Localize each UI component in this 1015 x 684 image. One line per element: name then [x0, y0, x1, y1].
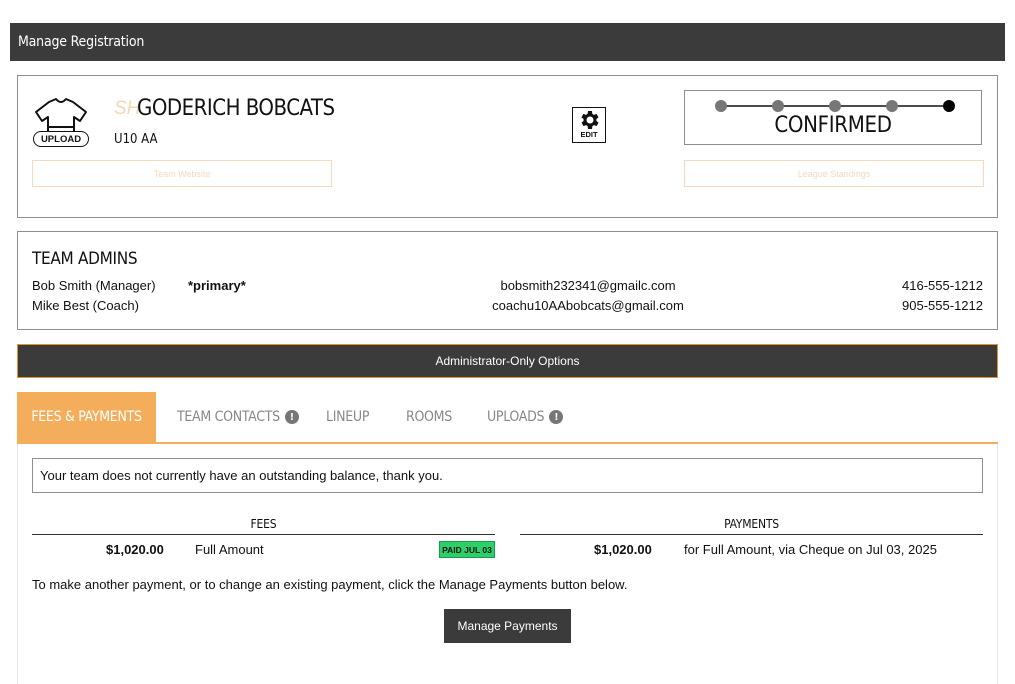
fees-header: FEES: [32, 517, 495, 535]
registration-status: CONFIRMED: [684, 90, 982, 145]
edit-label: EDIT: [580, 130, 598, 139]
tab-label: ROOMS: [406, 409, 452, 425]
admin-name: Bob Smith (Manager): [32, 278, 156, 293]
team-name: GODERICH BOBCATS: [137, 96, 335, 121]
gear-icon: [581, 111, 599, 129]
alert-icon: !: [549, 410, 564, 424]
admin-name: Mike Best (Coach): [32, 298, 139, 313]
tab-label: TEAM CONTACTS: [177, 409, 280, 425]
status-label: CONFIRMED: [774, 113, 892, 138]
payment-instructions: To make another payment, or to change an…: [32, 577, 628, 592]
fee-description: Full Amount: [195, 542, 264, 557]
top-header-bar: Manage Registration: [10, 23, 1005, 61]
primary-tag: *primary*: [188, 278, 246, 293]
upload-logo-button[interactable]: UPLOAD: [33, 131, 89, 147]
page-title: Manage Registration: [18, 34, 145, 50]
tab-fees-payments[interactable]: FEES & PAYMENTS: [17, 392, 156, 442]
paid-status-badge: PAID JUL 03: [439, 541, 495, 558]
admin-email: bobsmith232341@gmailc.com: [500, 278, 676, 293]
team-info-card: UPLOAD SH GODERICH BOBCATS U10 AA EDIT C…: [17, 75, 998, 218]
status-step-2: [772, 100, 784, 112]
registration-tabs: FEES & PAYMENTS TEAM CONTACTS ! LINEUP R…: [17, 392, 998, 444]
tab-rooms[interactable]: ROOMS: [406, 392, 452, 442]
status-step-4: [886, 100, 898, 112]
alert-icon: !: [284, 410, 299, 424]
admin-phone: 416-555-1212: [902, 278, 983, 293]
edit-team-button[interactable]: EDIT: [572, 107, 606, 143]
manage-payments-button[interactable]: Manage Payments: [444, 609, 571, 643]
status-step-3: [829, 100, 841, 112]
balance-notice: Your team does not currently have an out…: [32, 458, 983, 493]
team-website-link[interactable]: Team Website: [32, 160, 332, 187]
tab-label: LINEUP: [326, 409, 370, 425]
team-division: U10 AA: [114, 132, 158, 147]
league-standings-link[interactable]: League Standings: [684, 160, 984, 187]
tab-label: FEES & PAYMENTS: [31, 409, 142, 425]
status-step-1: [715, 100, 727, 112]
fees-payments-panel: Your team does not currently have an out…: [17, 444, 998, 684]
tab-label: UPLOADS: [487, 409, 545, 425]
tab-lineup[interactable]: LINEUP: [326, 392, 369, 442]
administrator-options-bar[interactable]: Administrator-Only Options: [17, 344, 998, 378]
admin-phone: 905-555-1212: [902, 298, 983, 313]
fee-amount: $1,020.00: [106, 542, 164, 557]
payments-header: PAYMENTS: [520, 517, 983, 535]
team-admins-card: TEAM ADMINS Bob Smith (Manager) *primary…: [17, 231, 998, 330]
status-step-5: [943, 100, 955, 112]
tab-team-contacts[interactable]: TEAM CONTACTS !: [177, 392, 299, 442]
team-admins-title: TEAM ADMINS: [32, 249, 138, 269]
payment-description: for Full Amount, via Cheque on Jul 03, 2…: [684, 542, 937, 557]
tab-uploads[interactable]: UPLOADS !: [487, 392, 564, 442]
payment-amount: $1,020.00: [594, 542, 652, 557]
admin-email: coachu10AAbobcats@gmail.com: [492, 298, 684, 313]
